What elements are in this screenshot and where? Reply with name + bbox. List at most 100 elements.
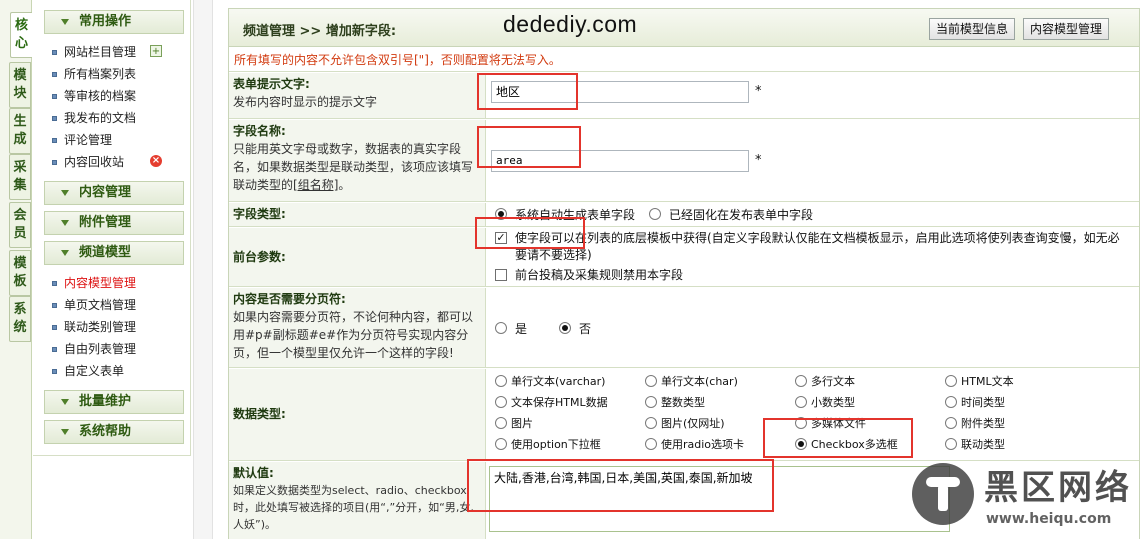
bullet-icon [52, 138, 57, 143]
frame-gutter [193, 0, 213, 539]
fieldtype-option-fixed: 已经固化在发布表单中字段 [669, 208, 814, 222]
row-fieldtype-label-cell: 字段类型: [229, 203, 486, 226]
bullet-icon [52, 72, 57, 77]
row-frontend-label-cell: 前台参数: [229, 228, 486, 286]
vtab-collect[interactable]: 采集 [9, 154, 31, 200]
fieldname-label: 字段名称: [233, 124, 286, 138]
datatype-option-html: HTML文本 [961, 375, 1014, 388]
datatype-radio-img[interactable] [495, 417, 507, 429]
vtab-module[interactable]: 模块 [9, 62, 31, 108]
clear-recycle-icon[interactable]: × [150, 155, 162, 167]
default-desc: 如果定义数据类型为select、radio、checkbox时，此处填写被选择的… [233, 484, 474, 531]
row-default-label-cell: 默认值: 如果定义数据类型为select、radio、checkbox时，此处填… [229, 462, 486, 539]
row-datatype-value-cell: 单行文本(varchar) 单行文本(char) 多行文本 HTML文本 文本保… [487, 369, 1139, 460]
group-name-link[interactable]: [组名称] [293, 178, 338, 192]
datatype-radio-stepselect[interactable] [945, 438, 957, 450]
breadcrumb: 频道管理 >> 增加新字段: [243, 24, 397, 39]
datatype-radio-media[interactable] [795, 417, 807, 429]
datatype-option-char: 单行文本(char) [661, 375, 738, 388]
bullet-icon [52, 325, 57, 330]
menu-item-recycle[interactable]: 内容回收站 [51, 152, 124, 172]
row-pagebreak-label-cell: 内容是否需要分页符: 如果内容需要分页符，不论何种内容，都可以用#p#副标题#e… [229, 288, 486, 367]
default-value-textarea[interactable]: 大陆,香港,台湾,韩国,日本,美国,英国,泰国,新加坡 [489, 466, 950, 532]
vtab-member[interactable]: 会员 [9, 202, 31, 248]
default-label: 默认值: [233, 466, 274, 480]
model-info-button[interactable]: 当前模型信息 [929, 18, 1016, 40]
datatype-option-select: 使用option下拉框 [511, 438, 601, 451]
datatype-radio-multitext[interactable] [795, 375, 807, 387]
menu-section-common[interactable]: 常用操作 [44, 10, 184, 34]
datatype-radio-htmltext[interactable] [495, 396, 507, 408]
pagebreak-option-yes: 是 [515, 322, 528, 336]
vertical-tab-bar: 核心 模块 生成 采集 会员 模板 系统 [0, 0, 32, 539]
menu-item-content-model[interactable]: 内容模型管理 [51, 273, 136, 293]
datatype-radio-datetime[interactable] [945, 396, 957, 408]
menu-section-help[interactable]: 系统帮助 [44, 420, 184, 444]
fieldtype-radio-fixed[interactable] [649, 208, 661, 220]
datatype-radio-varchar[interactable] [495, 375, 507, 387]
menu-item-free-list[interactable]: 自由列表管理 [51, 339, 136, 359]
menu-item-custom-form[interactable]: 自定义表单 [51, 361, 124, 381]
datatype-radio-checkbox[interactable] [795, 438, 807, 450]
menu-item-category[interactable]: 网站栏目管理 [51, 42, 136, 62]
notice-text: 所有填写的内容不允许包含双引号["]，否则配置将无法写入。 [229, 48, 1139, 72]
row-frontend: 前台参数: ✓ 使字段可以在列表的底层模板中获得(自定义字段默认仅能在文档模板显… [229, 228, 1139, 287]
prompt-label: 表单提示文字: [233, 77, 310, 91]
datatype-option-datetime: 时间类型 [961, 396, 1005, 409]
vtab-generate[interactable]: 生成 [9, 108, 31, 154]
collapse-arrow-icon [61, 429, 69, 435]
datatype-radio-html[interactable] [945, 375, 957, 387]
model-manage-button[interactable]: 内容模型管理 [1023, 18, 1110, 40]
fieldname-input[interactable]: area [491, 150, 749, 172]
pagebreak-desc: 如果内容需要分页符，不论何种内容，都可以用#p#副标题#e#作为分页符号实现内容… [233, 310, 474, 360]
datatype-radio-int[interactable] [645, 396, 657, 408]
datatype-radio-float[interactable] [795, 396, 807, 408]
menu-item-all-archives[interactable]: 所有档案列表 [51, 64, 136, 84]
vtab-template[interactable]: 模板 [9, 250, 31, 296]
frontend-list-checkbox[interactable]: ✓ [495, 232, 507, 244]
site-watermark-text: dedediy.com [503, 11, 638, 37]
row-fieldtype: 字段类型: 系统自动生成表单字段 已经固化在发布表单中字段 [229, 203, 1139, 227]
menu-item-my-docs[interactable]: 我发布的文档 [51, 108, 136, 128]
pagebreak-radio-no[interactable] [559, 322, 571, 334]
bullet-icon [52, 116, 57, 121]
menu-section-attachment[interactable]: 附件管理 [44, 211, 184, 235]
collapse-arrow-icon [61, 220, 69, 226]
row-pagebreak-value-cell: 是 否 [487, 288, 1139, 367]
menu-section-channel[interactable]: 频道模型 [44, 241, 184, 265]
fieldname-desc: 只能用英文字母或数字，数据表的真实字段名，如果数据类型是联动类型，该项应该填写联… [233, 142, 474, 192]
pagebreak-label: 内容是否需要分页符: [233, 292, 346, 306]
vtab-core[interactable]: 核心 [10, 12, 32, 58]
datatype-radio-addon[interactable] [945, 417, 957, 429]
datatype-option-int: 整数类型 [661, 396, 705, 409]
menu-item-pending[interactable]: 等审核的档案 [51, 86, 136, 106]
menu-item-single-page[interactable]: 单页文档管理 [51, 295, 136, 315]
row-pagebreak: 内容是否需要分页符: 如果内容需要分页符，不论何种内容，都可以用#p#副标题#e… [229, 288, 1139, 368]
pagebreak-option-no: 否 [579, 322, 592, 336]
datatype-radio-select[interactable] [495, 438, 507, 450]
bullet-icon [52, 281, 57, 286]
datatype-option-checkbox: Checkbox多选框 [811, 438, 898, 451]
menu-item-linkage[interactable]: 联动类别管理 [51, 317, 136, 337]
datatype-option-htmltext: 文本保存HTML数据 [511, 396, 608, 409]
datatype-option-multitext: 多行文本 [811, 375, 855, 388]
datatype-radio-imgurl[interactable] [645, 417, 657, 429]
add-category-icon[interactable]: + [150, 45, 162, 57]
row-fieldtype-value-cell: 系统自动生成表单字段 已经固化在发布表单中字段 [487, 203, 1139, 226]
row-fieldname-label-cell: 字段名称: 只能用英文字母或数字，数据表的真实字段名，如果数据类型是联动类型，该… [229, 120, 486, 201]
fieldtype-radio-auto[interactable] [495, 208, 507, 220]
bullet-icon [52, 369, 57, 374]
menu-section-content[interactable]: 内容管理 [44, 181, 184, 205]
datatype-radio-char[interactable] [645, 375, 657, 387]
fieldname-required-mark: * [755, 153, 762, 168]
side-menu: 常用操作 网站栏目管理 + 所有档案列表 等审核的档案 我发布的文档 评论管理 … [33, 0, 191, 456]
menu-section-batch[interactable]: 批量维护 [44, 390, 184, 414]
pagebreak-radio-yes[interactable] [495, 322, 507, 334]
datatype-option-varchar: 单行文本(varchar) [511, 375, 606, 388]
prompt-input[interactable]: 地区 [491, 81, 749, 103]
vtab-system[interactable]: 系统 [9, 296, 31, 342]
frontend-list-option: 使字段可以在列表的底层模板中获得(自定义字段默认仅能在文档模板显示，启用此选项将… [515, 231, 1120, 262]
menu-item-comments[interactable]: 评论管理 [51, 130, 112, 150]
frontend-disable-checkbox[interactable] [495, 269, 507, 281]
datatype-radio-radio[interactable] [645, 438, 657, 450]
